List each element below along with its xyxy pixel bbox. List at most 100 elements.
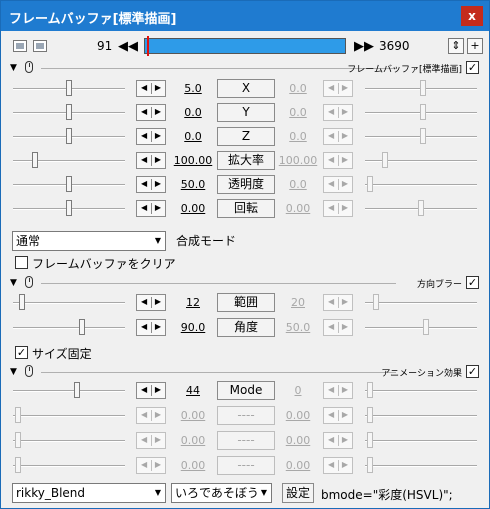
- end-value[interactable]: 0: [274, 384, 322, 397]
- end-stepper[interactable]: ◀ ▶: [323, 407, 353, 424]
- slider-thumb[interactable]: [423, 319, 429, 335]
- arrow-right-icon[interactable]: ▶: [155, 203, 161, 212]
- arrow-right-icon[interactable]: ▶: [342, 203, 348, 212]
- start-slider[interactable]: [13, 317, 125, 339]
- param-name-button[interactable]: 範囲: [217, 293, 275, 312]
- arrow-right-icon[interactable]: ▶: [342, 107, 348, 116]
- arrow-right-icon[interactable]: ▶: [155, 83, 161, 92]
- start-stepper[interactable]: ◀ ▶: [136, 432, 166, 449]
- arrow-right-icon[interactable]: ▶: [155, 410, 161, 419]
- end-stepper[interactable]: ◀ ▶: [323, 104, 353, 121]
- arrow-right-icon[interactable]: ▶: [155, 107, 161, 116]
- arrow-left-icon[interactable]: ◀: [328, 435, 334, 444]
- arrow-left-icon[interactable]: ◀: [328, 155, 334, 164]
- arrow-left-icon[interactable]: ◀: [141, 155, 147, 164]
- arrow-right-icon[interactable]: ▶: [155, 435, 161, 444]
- slider-thumb[interactable]: [66, 176, 72, 192]
- end-value[interactable]: 100.00: [274, 154, 322, 167]
- arrow-right-icon[interactable]: ▶: [155, 179, 161, 188]
- start-value[interactable]: 90.0: [169, 321, 217, 334]
- end-stepper[interactable]: ◀ ▶: [323, 432, 353, 449]
- settings-button[interactable]: 設定: [282, 483, 314, 503]
- slider-thumb[interactable]: [19, 294, 25, 310]
- arrow-left-icon[interactable]: ◀: [328, 410, 334, 419]
- arrow-left-icon[interactable]: ◀: [141, 179, 147, 188]
- slider-thumb[interactable]: [74, 382, 80, 398]
- slider-thumb[interactable]: [420, 104, 426, 120]
- end-value[interactable]: 0.00: [274, 409, 322, 422]
- arrow-right-icon[interactable]: ▶: [155, 297, 161, 306]
- end-slider[interactable]: [365, 150, 477, 172]
- slider-thumb[interactable]: [367, 176, 373, 192]
- arrow-left-icon[interactable]: ◀: [328, 297, 334, 306]
- end-slider[interactable]: [365, 78, 477, 100]
- end-slider[interactable]: [365, 126, 477, 148]
- start-stepper[interactable]: ◀ ▶: [136, 104, 166, 121]
- arrow-left-icon[interactable]: ◀: [141, 410, 147, 419]
- slider-thumb[interactable]: [367, 407, 373, 423]
- end-slider[interactable]: [365, 198, 477, 220]
- timeline-bar[interactable]: [144, 36, 346, 56]
- size-fixed-checkbox[interactable]: ✓: [15, 346, 28, 359]
- arrow-left-icon[interactable]: ◀: [141, 322, 147, 331]
- jump-start-button[interactable]: ◀◀: [118, 39, 138, 54]
- end-slider[interactable]: [365, 317, 477, 339]
- param-name-button[interactable]: 透明度: [217, 175, 275, 194]
- slider-thumb[interactable]: [382, 152, 388, 168]
- arrow-left-icon[interactable]: ◀: [328, 107, 334, 116]
- end-value[interactable]: 0.0: [274, 130, 322, 143]
- arrow-left-icon[interactable]: ◀: [328, 179, 334, 188]
- blend-mode-select[interactable]: 通常 ▼: [12, 231, 166, 251]
- param-name-button[interactable]: ----: [217, 406, 275, 425]
- arrow-left-icon[interactable]: ◀: [141, 435, 147, 444]
- end-stepper[interactable]: ◀ ▶: [323, 128, 353, 145]
- start-slider[interactable]: [13, 126, 125, 148]
- jump-end-button[interactable]: ▶▶: [354, 39, 374, 54]
- param-name-button[interactable]: ----: [217, 431, 275, 450]
- arrow-right-icon[interactable]: ▶: [155, 155, 161, 164]
- start-slider[interactable]: [13, 292, 125, 314]
- end-slider[interactable]: [365, 292, 477, 314]
- start-stepper[interactable]: ◀ ▶: [136, 80, 166, 97]
- param-name-button[interactable]: X: [217, 79, 275, 98]
- start-value[interactable]: 44: [169, 384, 217, 397]
- arrow-right-icon[interactable]: ▶: [342, 297, 348, 306]
- start-value[interactable]: 100.00: [169, 154, 217, 167]
- start-stepper[interactable]: ◀ ▶: [136, 407, 166, 424]
- start-slider[interactable]: [13, 78, 125, 100]
- clear-buffer-checkbox[interactable]: [15, 256, 28, 269]
- slider-thumb[interactable]: [15, 407, 21, 423]
- collapse-icon[interactable]: ▼: [10, 63, 17, 73]
- script-select[interactable]: rikky_Blend ▼: [12, 483, 166, 503]
- start-value[interactable]: 5.0: [169, 82, 217, 95]
- slider-thumb[interactable]: [79, 319, 85, 335]
- start-slider[interactable]: [13, 174, 125, 196]
- slider-thumb[interactable]: [418, 200, 424, 216]
- arrow-right-icon[interactable]: ▶: [342, 410, 348, 419]
- start-slider[interactable]: [13, 405, 125, 427]
- start-slider[interactable]: [13, 455, 125, 477]
- collapse-icon[interactable]: ▼: [10, 278, 17, 288]
- arrow-left-icon[interactable]: ◀: [328, 385, 334, 394]
- end-stepper[interactable]: ◀ ▶: [323, 382, 353, 399]
- end-stepper[interactable]: ◀ ▶: [323, 80, 353, 97]
- end-value[interactable]: 20: [274, 296, 322, 309]
- end-value[interactable]: 0.0: [274, 178, 322, 191]
- arrow-right-icon[interactable]: ▶: [342, 155, 348, 164]
- arrow-right-icon[interactable]: ▶: [342, 322, 348, 331]
- arrow-right-icon[interactable]: ▶: [155, 385, 161, 394]
- arrow-right-icon[interactable]: ▶: [155, 322, 161, 331]
- section-enable-checkbox[interactable]: ✓: [466, 61, 479, 74]
- start-value[interactable]: 0.00: [169, 409, 217, 422]
- slider-thumb[interactable]: [66, 200, 72, 216]
- param-name-button[interactable]: 角度: [217, 318, 275, 337]
- section-enable-checkbox[interactable]: ✓: [466, 276, 479, 289]
- end-value[interactable]: 50.0: [274, 321, 322, 334]
- end-slider[interactable]: [365, 430, 477, 452]
- start-value[interactable]: 0.0: [169, 106, 217, 119]
- start-value[interactable]: 50.0: [169, 178, 217, 191]
- pack-select[interactable]: いろであそぼう ▼: [171, 483, 272, 503]
- slider-thumb[interactable]: [373, 294, 379, 310]
- start-value[interactable]: 0.00: [169, 202, 217, 215]
- arrow-right-icon[interactable]: ▶: [342, 131, 348, 140]
